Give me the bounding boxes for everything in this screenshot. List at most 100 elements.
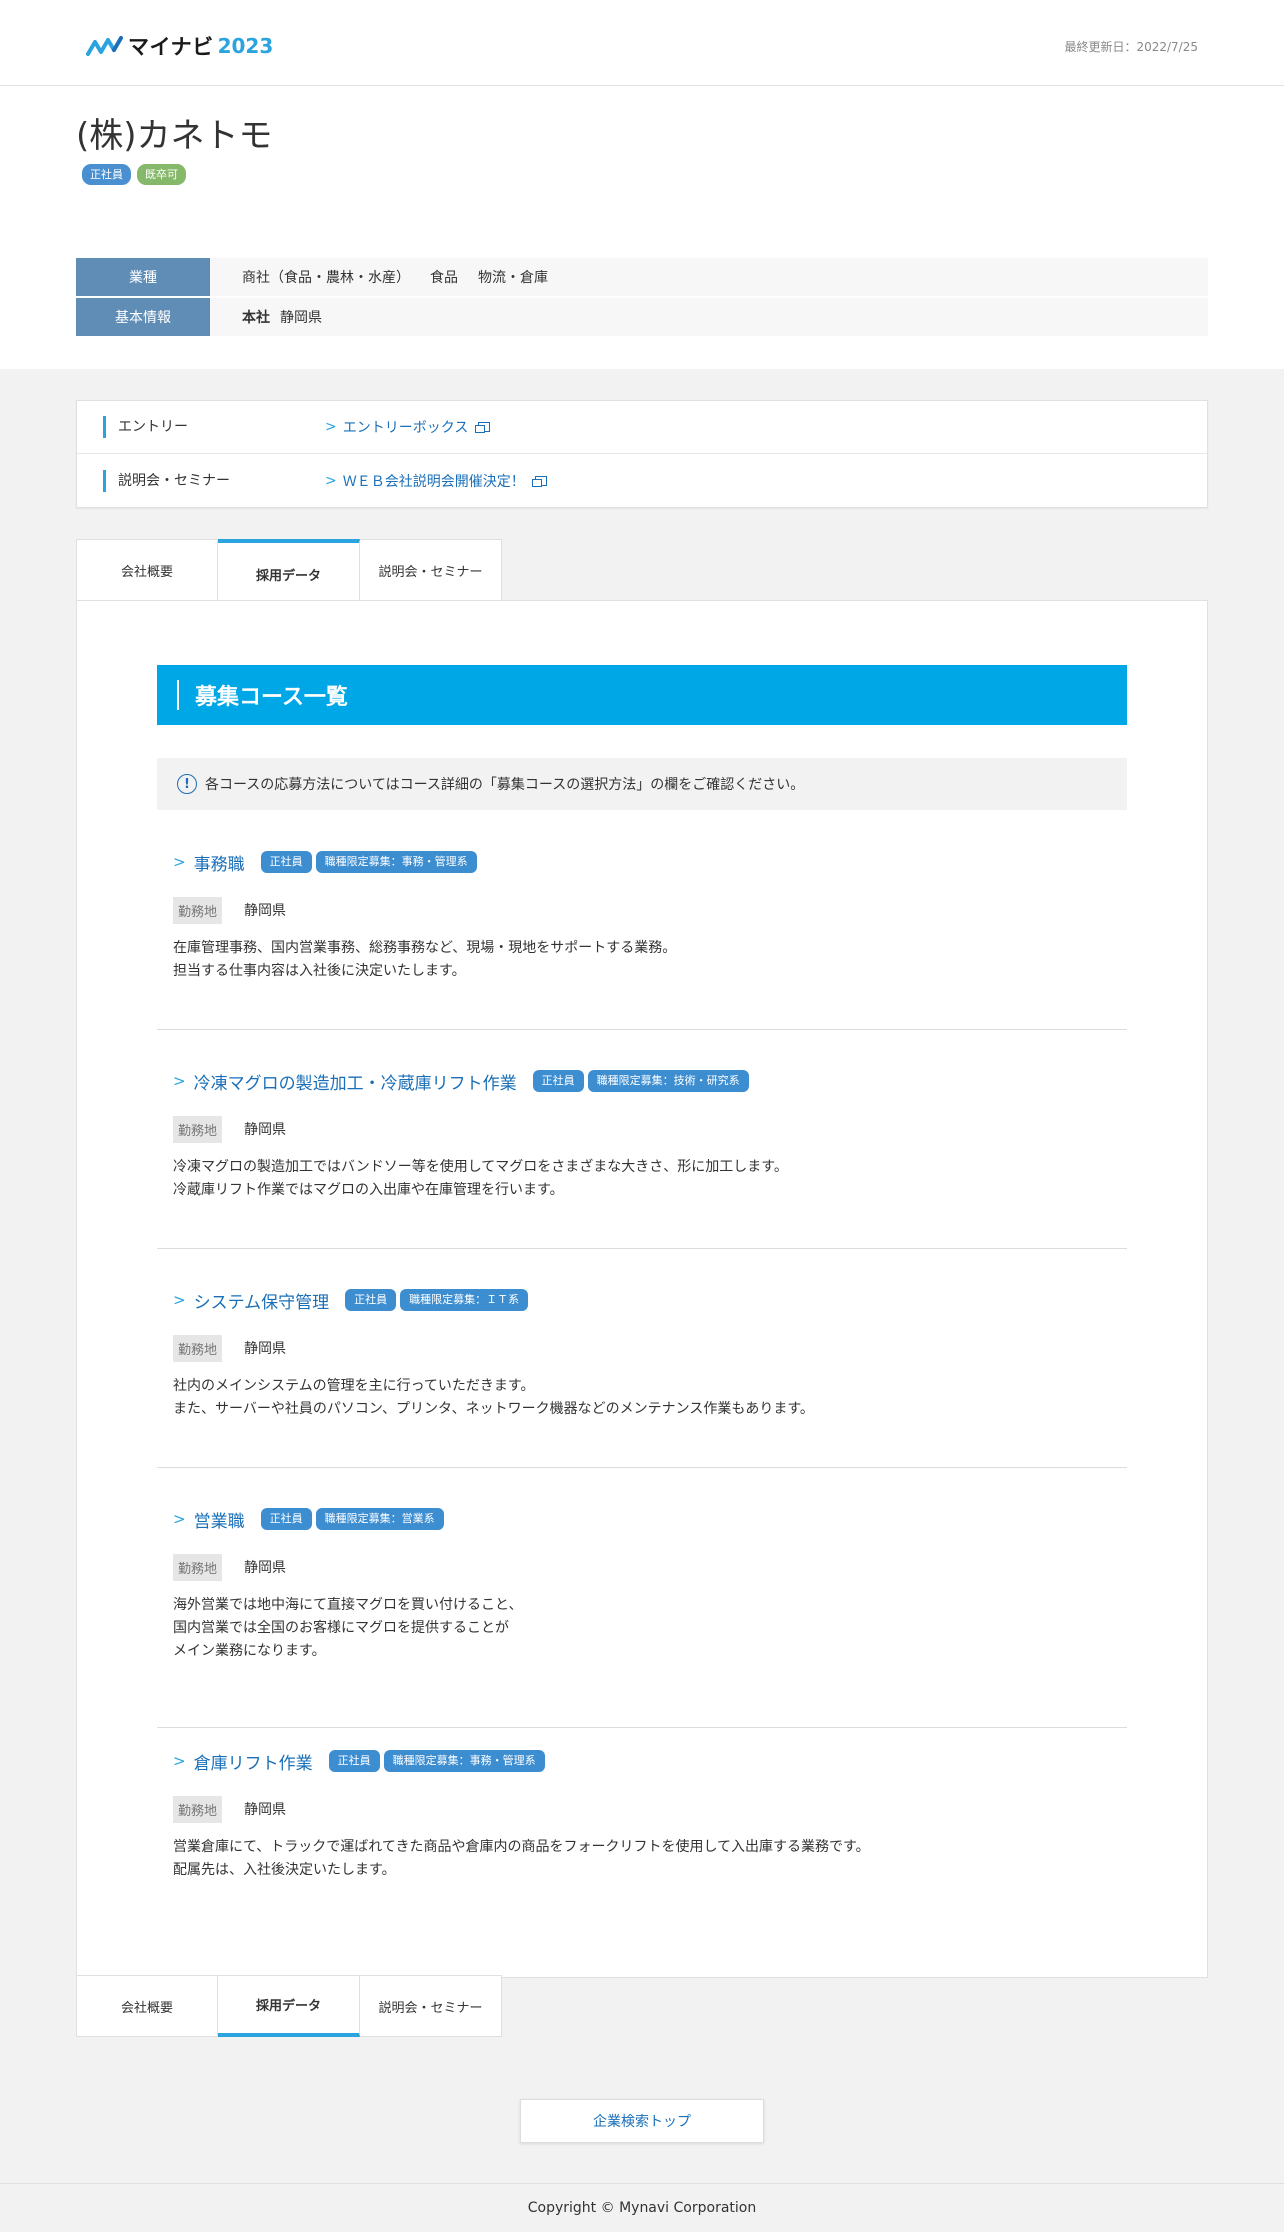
- location-value: 静岡県: [244, 903, 287, 919]
- course-item: > 事務職 正社員 職種限定募集：事務・管理系 勤務地 静岡県 在庫管理事務、国…: [157, 849, 1127, 1030]
- course-link[interactable]: > 倉庫リフト作業: [173, 1749, 313, 1774]
- course-link[interactable]: > 事務職: [173, 850, 245, 875]
- course-item: > 倉庫リフト作業 正社員 職種限定募集：事務・管理系 勤務地 静岡県 営業倉庫…: [157, 1748, 1127, 1929]
- copyright: Copyright © Mynavi Corporation: [527, 2200, 757, 2216]
- location-label: 勤務地: [173, 1795, 223, 1823]
- basic-info-values: 本社 静岡県: [210, 298, 322, 336]
- course-link[interactable]: > システム保守管理: [173, 1288, 329, 1313]
- notice-box: ! 各コースの応募方法についてはコース詳細の「募集コースの選択方法」の欄をご確認…: [157, 758, 1127, 810]
- chevron-right-icon: >: [173, 1510, 186, 1528]
- seminar-row-label: 説明会・セミナー: [103, 469, 325, 492]
- course-title: システム保守管理: [193, 1292, 330, 1313]
- description-line: また、サーバーや社員のパソコン、プリンタ、ネットワーク機器などのメンテナンス作業…: [173, 1401, 814, 1417]
- chevron-right-icon: >: [173, 1752, 186, 1770]
- footer: Copyright © Mynavi Corporation: [0, 2183, 1284, 2232]
- tab-seminar[interactable]: 説明会・セミナー: [360, 1975, 502, 2037]
- description-line: 在庫管理事務、国内営業事務、総務事務など、現場・現地をサポートする業務。: [173, 940, 677, 956]
- course-title-row: > システム保守管理 正社員 職種限定募集：ＩＴ系: [173, 1287, 1127, 1313]
- location-label: 勤務地: [173, 1115, 223, 1143]
- hq-value: 静岡県: [280, 310, 322, 326]
- course-description: 冷凍マグロの製造加工ではバンドソー等を使用してマグロをさまざまな大きさ、形に加工…: [173, 1156, 1127, 1202]
- industry-label: 業種: [76, 258, 210, 296]
- tab-company-overview[interactable]: 会社概要: [76, 539, 218, 601]
- location-label: 勤務地: [173, 1553, 223, 1581]
- main-content: 募集コース一覧 ! 各コースの応募方法についてはコース詳細の「募集コースの選択方…: [76, 600, 1208, 1978]
- industry-values: 商社（食品・農林・水産） 食品 物流・倉庫: [210, 258, 548, 296]
- course-item: > 営業職 正社員 職種限定募集：営業系 勤務地 静岡県 海外営業では地中海にて…: [157, 1506, 1127, 1728]
- description-line: 冷蔵庫リフト作業ではマグロの入出庫や在庫管理を行います。: [173, 1182, 564, 1198]
- section-title: 募集コース一覧: [195, 685, 348, 710]
- notice-text: 各コースの応募方法についてはコース詳細の「募集コースの選択方法」の欄をご確認くだ…: [205, 777, 805, 793]
- tabs-bottom: 会社概要 採用データ 説明会・セミナー: [76, 1975, 502, 2037]
- category-badge: 職種限定募集：事務・管理系: [315, 851, 477, 873]
- description-line: 国内営業では全国のお客様にマグロを提供することが: [173, 1620, 509, 1636]
- hq-label: 本社: [242, 310, 270, 326]
- logo-text: マイナビ: [128, 35, 214, 59]
- course-title: 冷凍マグロの製造加工・冷蔵庫リフト作業: [193, 1073, 517, 1094]
- web-seminar-link-text: ＷＥＢ会社説明会開催決定！: [342, 473, 525, 490]
- location-value: 静岡県: [244, 1122, 287, 1138]
- description-line: 担当する仕事内容は入社後に決定いたします。: [173, 963, 466, 979]
- company-header: (株)カネトモ 正社員 既卒可 業種 商社（食品・農林・水産） 食品 物流・倉庫…: [0, 86, 1284, 369]
- logo-mark-icon: [86, 36, 123, 56]
- chevron-right-icon: >: [173, 1291, 186, 1309]
- description-line: 海外営業では地中海にて直接マグロを買い付けること、: [173, 1597, 523, 1613]
- employment-badge: 正社員: [345, 1289, 397, 1311]
- basic-info-label: 基本情報: [76, 298, 210, 336]
- category-badge: 職種限定募集：事務・管理系: [383, 1750, 545, 1772]
- entry-row-label: エントリー: [103, 416, 325, 438]
- course-description: 在庫管理事務、国内営業事務、総務事務など、現場・現地をサポートする業務。 担当す…: [173, 937, 1127, 983]
- course-title: 事務職: [193, 854, 245, 875]
- section-heading: 募集コース一覧: [157, 665, 1127, 725]
- course-link[interactable]: > 営業職: [173, 1507, 245, 1532]
- location-label: 勤務地: [173, 1334, 223, 1362]
- seminar-row: 説明会・セミナー > ＷＥＢ会社説明会開催決定！: [77, 454, 1207, 507]
- location-label: 勤務地: [173, 896, 223, 924]
- basic-info-row: 基本情報 本社 静岡県: [76, 298, 1208, 336]
- description-line: 営業倉庫にて、トラックで運ばれてきた商品や倉庫内の商品をフォークリフトを使用して…: [173, 1839, 870, 1855]
- industry-row: 業種 商社（食品・農林・水産） 食品 物流・倉庫: [76, 258, 1208, 296]
- course-title: 営業職: [193, 1511, 245, 1532]
- chevron-right-icon: >: [325, 472, 337, 489]
- last-updated: 最終更新日：2022/7/25: [1064, 40, 1198, 54]
- mynavi-logo[interactable]: マイナビ 2023: [86, 30, 273, 62]
- company-info-table: 業種 商社（食品・農林・水産） 食品 物流・倉庫 基本情報 本社 静岡県: [76, 258, 1208, 338]
- course-title-row: > 営業職 正社員 職種限定募集：営業系: [173, 1506, 1127, 1532]
- location-row: 勤務地 静岡県: [173, 1795, 1127, 1823]
- location-value: 静岡県: [244, 1802, 287, 1818]
- tab-seminar[interactable]: 説明会・セミナー: [360, 539, 502, 601]
- employment-badge: 正社員: [328, 1750, 380, 1772]
- course-title-row: > 倉庫リフト作業 正社員 職種限定募集：事務・管理系: [173, 1748, 1127, 1774]
- site-header: マイナビ 2023 最終更新日：2022/7/25: [0, 0, 1284, 86]
- course-item: > システム保守管理 正社員 職種限定募集：ＩＴ系 勤務地 静岡県 社内のメイン…: [157, 1287, 1127, 1468]
- employment-badge: 正社員: [532, 1070, 584, 1092]
- location-row: 勤務地 静岡県: [173, 1334, 1127, 1362]
- description-line: メイン業務になります。: [173, 1643, 326, 1659]
- description-line: 冷凍マグロの製造加工ではバンドソー等を使用してマグロをさまざまな大きさ、形に加工…: [173, 1159, 788, 1175]
- tab-recruitment-data[interactable]: 採用データ: [218, 1975, 360, 2037]
- location-value: 静岡県: [244, 1560, 287, 1576]
- category-badge: 職種限定募集：営業系: [315, 1508, 444, 1530]
- entry-box-link[interactable]: > エントリーボックス: [325, 417, 491, 437]
- location-row: 勤務地 静岡県: [173, 1553, 1127, 1581]
- tab-recruitment-data[interactable]: 採用データ: [218, 539, 360, 601]
- company-name: (株)カネトモ: [76, 116, 273, 156]
- industry-item: 商社（食品・農林・水産）: [242, 270, 410, 286]
- category-badge: 職種限定募集：技術・研究系: [587, 1070, 749, 1092]
- external-window-icon: [531, 475, 547, 487]
- company-search-top-button[interactable]: 企業検索トップ: [520, 2099, 764, 2143]
- course-link[interactable]: > 冷凍マグロの製造加工・冷蔵庫リフト作業: [173, 1069, 517, 1094]
- entry-row: エントリー > エントリーボックス: [77, 401, 1207, 454]
- graduate-tag: 既卒可: [137, 164, 186, 185]
- tabs-top: 会社概要 採用データ 説明会・セミナー: [76, 539, 502, 601]
- info-icon: !: [177, 774, 197, 794]
- web-seminar-link[interactable]: > ＷＥＢ会社説明会開催決定！: [325, 471, 547, 491]
- heading-bar: [177, 680, 179, 710]
- location-row: 勤務地 静岡県: [173, 1115, 1127, 1143]
- location-row: 勤務地 静岡県: [173, 896, 1127, 924]
- industry-item: 食品: [430, 270, 458, 286]
- tab-company-overview[interactable]: 会社概要: [76, 1975, 218, 2037]
- employment-tag: 正社員: [82, 164, 131, 185]
- entry-box-link-text: エントリーボックス: [342, 420, 469, 436]
- description-line: 社内のメインシステムの管理を主に行っていただきます。: [173, 1378, 535, 1394]
